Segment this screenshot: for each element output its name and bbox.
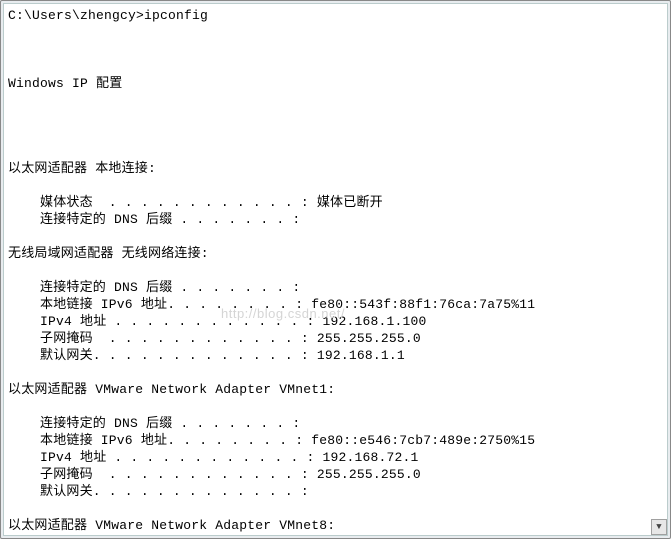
adapter-title: 以太网适配器 VMware Network Adapter VMnet8: bbox=[8, 517, 663, 534]
config-value: fe80::e546:7cb7:489e:2750%15 bbox=[311, 433, 535, 448]
config-line: 子网掩码 . . . . . . . . . . . . : 255.255.2… bbox=[8, 466, 663, 483]
config-line: 本地链接 IPv6 地址. . . . . . . . : fe80::e546… bbox=[8, 432, 663, 449]
blank-line bbox=[8, 177, 663, 194]
config-value: 192.168.72.1 bbox=[322, 450, 418, 465]
config-line: 默认网关. . . . . . . . . . . . . : 192.168.… bbox=[8, 347, 663, 364]
config-line: 连接特定的 DNS 后缀 . . . . . . . : bbox=[8, 211, 663, 228]
config-label: IPv4 地址 . . . . . . . . . . . . : bbox=[8, 450, 322, 465]
config-value: 192.168.1.100 bbox=[322, 314, 426, 329]
blank-line bbox=[8, 364, 663, 381]
config-label: IPv4 地址 . . . . . . . . . . . . : bbox=[8, 314, 322, 329]
config-label: 连接特定的 DNS 后缀 . . . . . . . : bbox=[8, 212, 300, 227]
blank-line bbox=[8, 500, 663, 517]
config-label: 连接特定的 DNS 后缀 . . . . . . . : bbox=[8, 280, 300, 295]
config-label: 子网掩码 . . . . . . . . . . . . : bbox=[8, 331, 317, 346]
config-value: 255.255.255.0 bbox=[317, 331, 421, 346]
config-line: 子网掩码 . . . . . . . . . . . . : 255.255.2… bbox=[8, 330, 663, 347]
config-label: 默认网关. . . . . . . . . . . . . : bbox=[8, 484, 309, 499]
blank-line bbox=[8, 262, 663, 279]
config-label: 媒体状态 . . . . . . . . . . . . : bbox=[8, 195, 317, 210]
config-line: 媒体状态 . . . . . . . . . . . . : 媒体已断开 bbox=[8, 194, 663, 211]
adapter-title: 以太网适配器 VMware Network Adapter VMnet1: bbox=[8, 381, 663, 398]
blank-line bbox=[8, 228, 663, 245]
config-line: IPv4 地址 . . . . . . . . . . . . : 192.16… bbox=[8, 449, 663, 466]
scroll-down-button[interactable]: ▼ bbox=[651, 519, 667, 535]
config-line: 本地链接 IPv6 地址. . . . . . . . : fe80::543f… bbox=[8, 296, 663, 313]
adapter-title: 无线局域网适配器 无线网络连接: bbox=[8, 245, 663, 262]
terminal-output[interactable]: C:\Users\zhengcy>ipconfig Windows IP 配置 … bbox=[3, 3, 668, 536]
config-label: 默认网关. . . . . . . . . . . . . : bbox=[8, 348, 317, 363]
config-value: fe80::543f:88f1:76ca:7a75%11 bbox=[311, 297, 535, 312]
adapter-title: 以太网适配器 本地连接: bbox=[8, 160, 663, 177]
config-value: 192.168.1.1 bbox=[317, 348, 405, 363]
terminal-window: http://blog.csdn.net/ C:\Users\zhengcy>i… bbox=[0, 0, 671, 539]
ip-config-title: Windows IP 配置 bbox=[8, 75, 663, 92]
config-line: 默认网关. . . . . . . . . . . . . : bbox=[8, 483, 663, 500]
config-label: 本地链接 IPv6 地址. . . . . . . . : bbox=[8, 433, 311, 448]
config-label: 本地链接 IPv6 地址. . . . . . . . : bbox=[8, 297, 311, 312]
blank-line bbox=[8, 143, 663, 160]
config-label: 子网掩码 . . . . . . . . . . . . : bbox=[8, 467, 317, 482]
blank-line bbox=[8, 109, 663, 126]
blank-line bbox=[8, 398, 663, 415]
command-prompt-line: C:\Users\zhengcy>ipconfig bbox=[8, 7, 663, 24]
config-value: 媒体已断开 bbox=[317, 195, 383, 210]
config-line: 连接特定的 DNS 后缀 . . . . . . . : bbox=[8, 415, 663, 432]
chevron-down-icon: ▼ bbox=[656, 522, 662, 532]
config-line: IPv4 地址 . . . . . . . . . . . . : 192.16… bbox=[8, 313, 663, 330]
config-label: 连接特定的 DNS 后缀 . . . . . . . : bbox=[8, 416, 300, 431]
config-line: 连接特定的 DNS 后缀 . . . . . . . : bbox=[8, 279, 663, 296]
config-value: 255.255.255.0 bbox=[317, 467, 421, 482]
blank-line bbox=[8, 534, 663, 536]
blank-line bbox=[8, 41, 663, 58]
